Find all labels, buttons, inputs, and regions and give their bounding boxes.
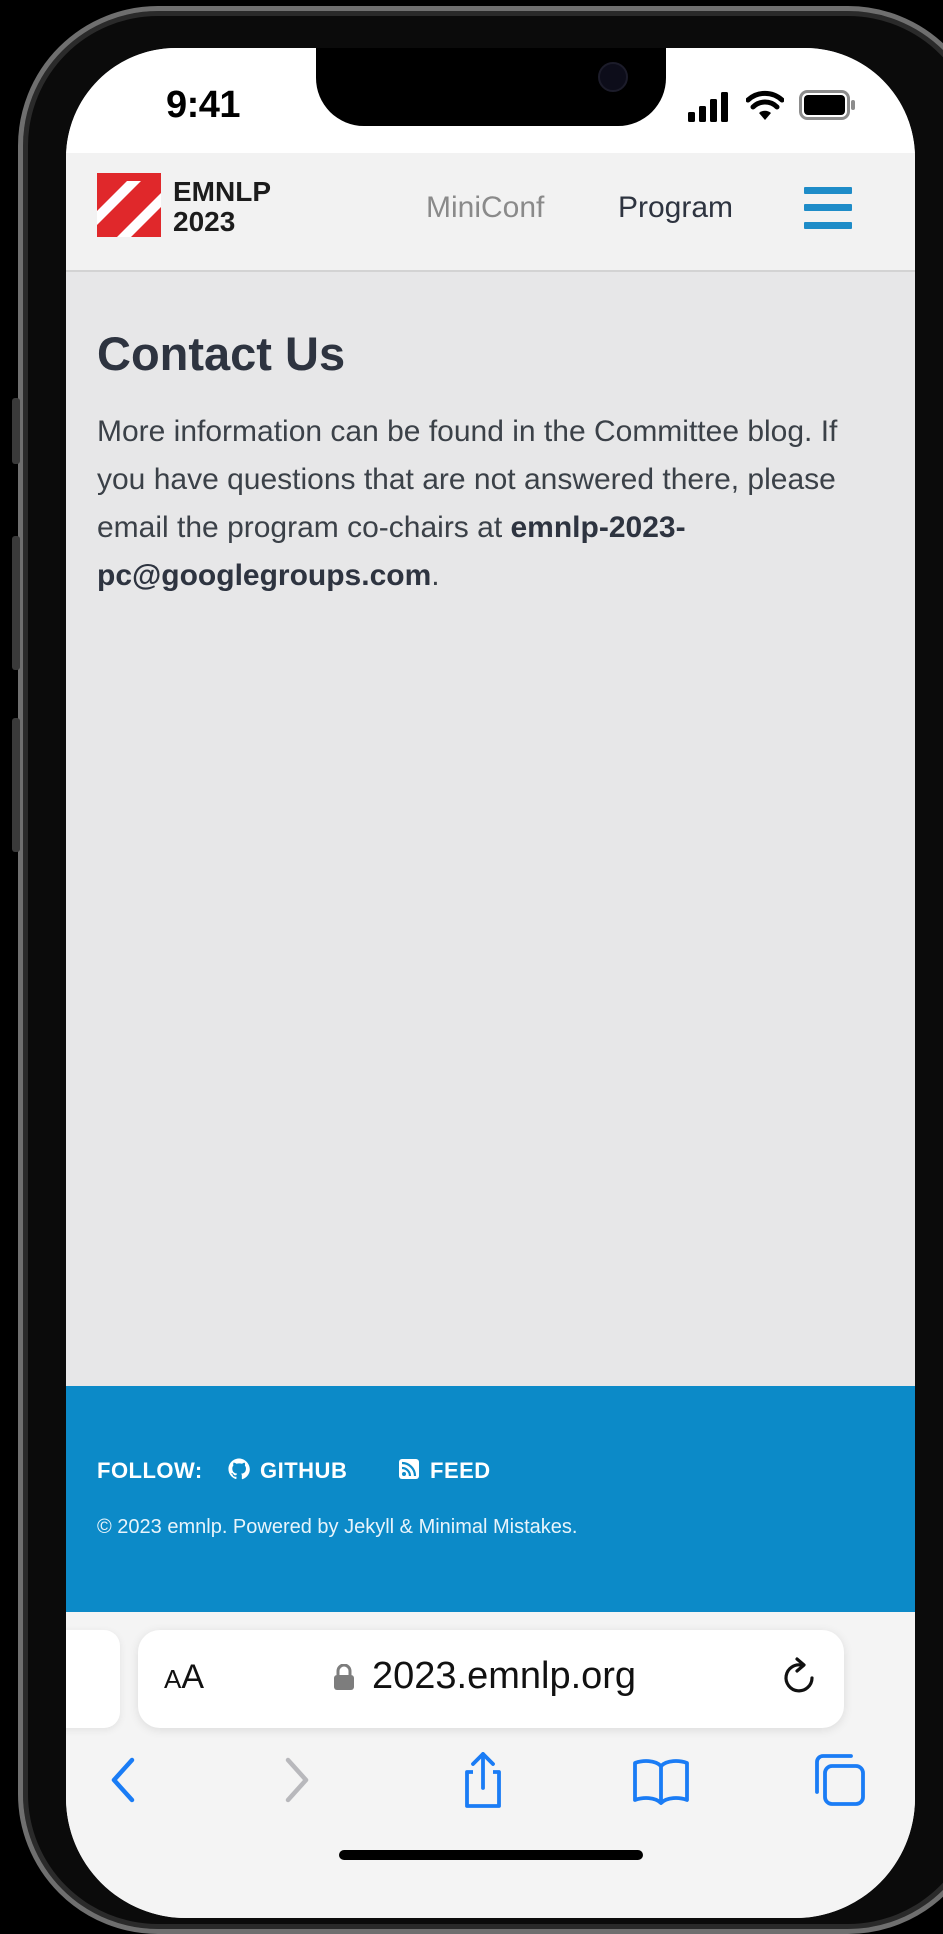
cellular-signal-icon xyxy=(688,92,728,122)
feed-link[interactable]: FEED xyxy=(430,1458,491,1484)
browser-toolbar: AA 2023.emnlp.org xyxy=(66,1612,915,1918)
logo-line-1: EMNLP xyxy=(173,176,271,207)
site-footer: FOLLOW: GITHUB FEED © 2023 emnlp. Powere… xyxy=(66,1386,915,1612)
home-indicator[interactable] xyxy=(339,1850,643,1860)
volume-down-button xyxy=(12,718,20,852)
site-logo-text[interactable]: EMNLP 2023 xyxy=(173,177,271,237)
github-link[interactable]: GITHUB xyxy=(260,1458,347,1484)
nav-link-miniconf[interactable]: MiniConf xyxy=(426,191,544,225)
status-bar: 9:41 xyxy=(66,48,915,153)
emnlp-logo-icon[interactable] xyxy=(97,173,161,237)
notch xyxy=(316,48,666,126)
lock-icon xyxy=(334,1664,354,1690)
front-camera xyxy=(598,62,628,92)
forward-icon[interactable] xyxy=(266,1750,326,1810)
reload-icon[interactable] xyxy=(778,1654,822,1702)
github-icon xyxy=(228,1458,250,1480)
aa-large: A xyxy=(181,1658,205,1696)
hamburger-menu-button[interactable] xyxy=(804,187,852,229)
volume-up-button xyxy=(12,536,20,670)
site-header: EMNLP 2023 MiniConf Program xyxy=(66,153,915,272)
logo-line-2: 2023 xyxy=(173,206,236,237)
previous-tab-preview[interactable] xyxy=(66,1630,120,1728)
tabs-icon[interactable] xyxy=(809,1750,869,1810)
mute-switch xyxy=(12,398,20,464)
wifi-icon xyxy=(746,90,784,120)
status-time: 9:41 xyxy=(166,84,241,126)
battery-icon xyxy=(799,90,855,120)
aa-small: A xyxy=(164,1664,182,1694)
nav-link-program[interactable]: Program xyxy=(618,191,733,225)
text-size-button[interactable]: AA xyxy=(164,1658,204,1697)
address-bar[interactable]: AA 2023.emnlp.org xyxy=(138,1630,844,1728)
hamburger-bar xyxy=(804,204,852,211)
phone-screen: 9:41 EMNLP 2023 MiniConf Program Contact… xyxy=(66,48,915,1918)
page-title: Contact Us xyxy=(97,327,346,380)
hamburger-bar xyxy=(804,222,852,229)
contact-text-end: . xyxy=(431,559,440,592)
url-text: 2023.emnlp.org xyxy=(372,1655,637,1697)
follow-label: FOLLOW: xyxy=(97,1458,203,1483)
copyright-text: © 2023 emnlp. Powered by Jekyll & Minima… xyxy=(97,1516,578,1538)
rss-feed-icon xyxy=(399,1459,419,1479)
share-icon[interactable] xyxy=(453,1750,513,1810)
contact-text: More information can be found in the Com… xyxy=(97,415,838,544)
contact-paragraph: More information can be found in the Com… xyxy=(97,408,887,600)
back-icon[interactable] xyxy=(94,1750,154,1810)
hamburger-bar xyxy=(804,187,852,194)
bookmarks-icon[interactable] xyxy=(631,1750,691,1810)
